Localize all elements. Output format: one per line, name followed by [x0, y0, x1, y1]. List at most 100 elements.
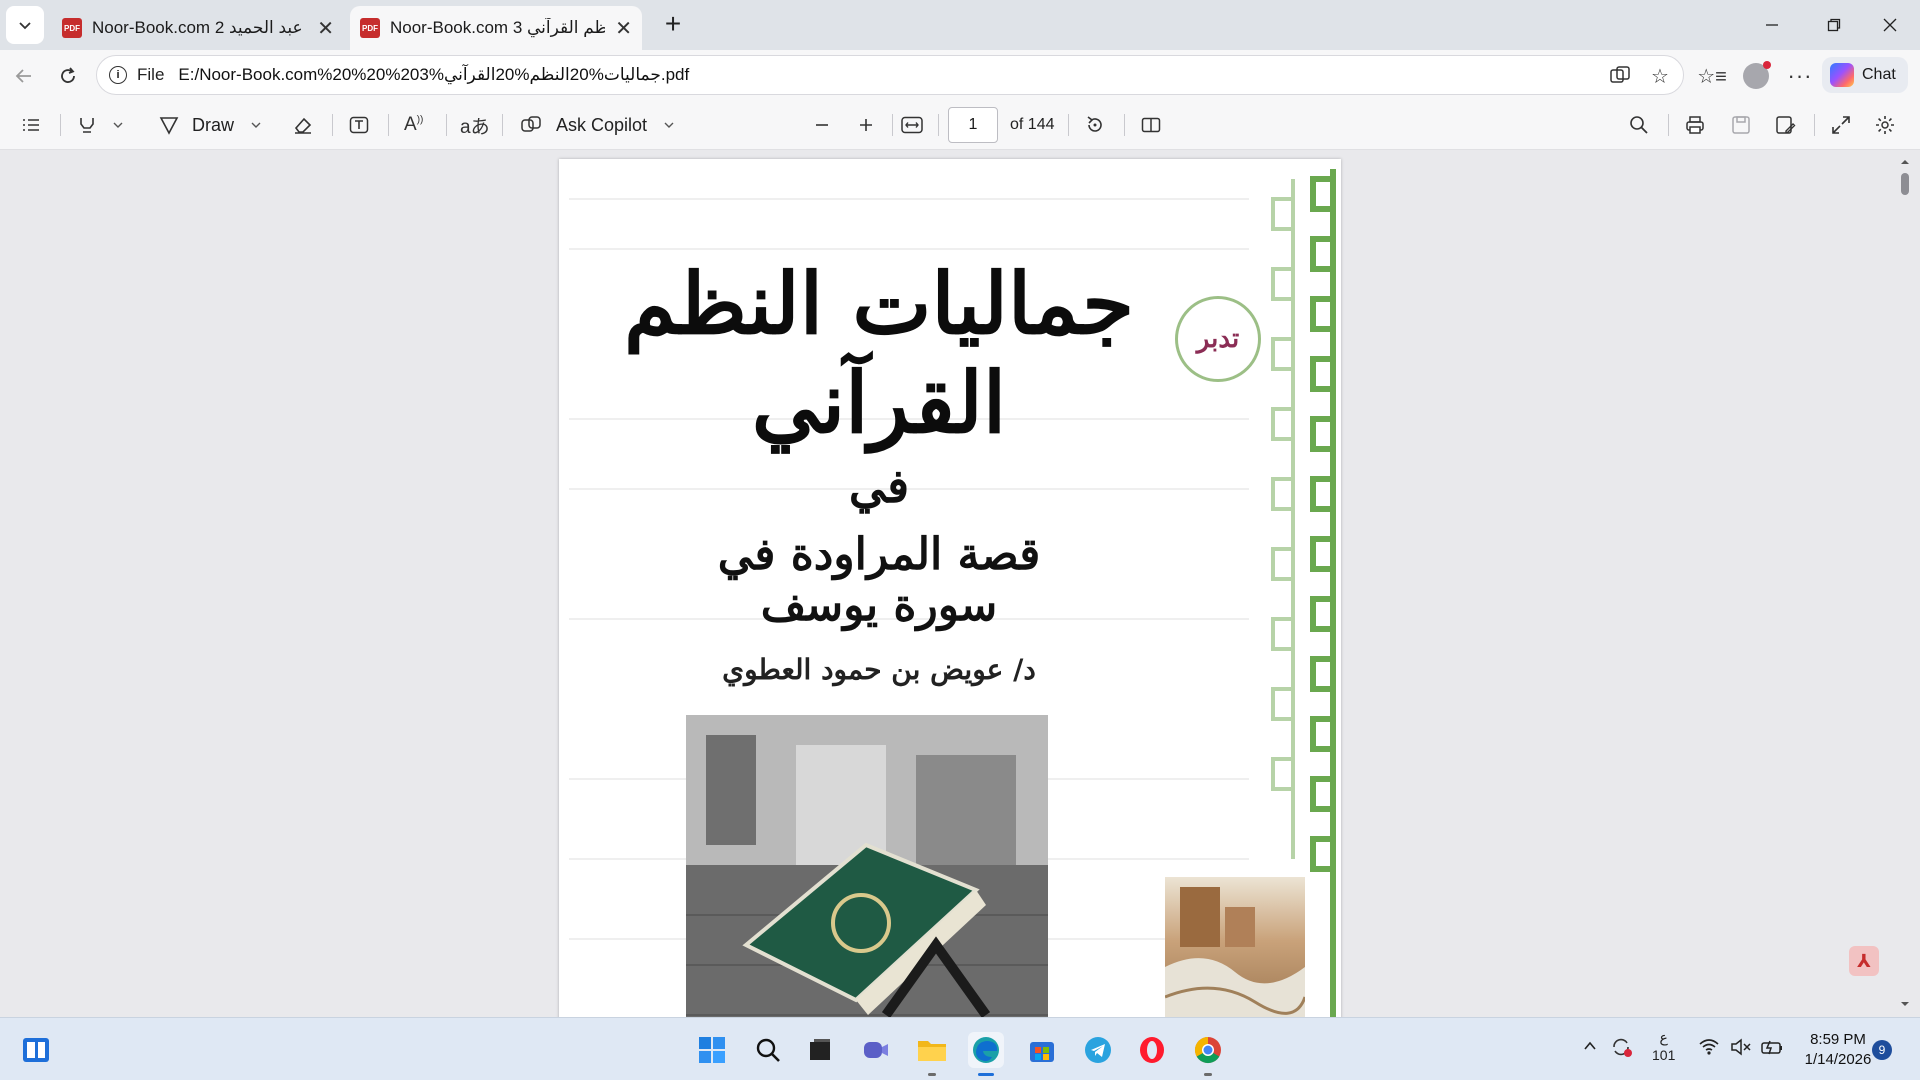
- pdf-viewer[interactable]: تدبر جماليات النظم القرآني في قصة المراو…: [0, 151, 1920, 1017]
- vertical-scrollbar[interactable]: [1895, 151, 1915, 1017]
- search-icon: [1630, 116, 1648, 134]
- restore-button[interactable]: [1806, 0, 1862, 50]
- widgets-button[interactable]: [18, 1032, 54, 1068]
- copilot-outline-icon: [521, 116, 541, 132]
- running-indicator: [928, 1073, 936, 1076]
- more-horizontal-icon: ···: [1787, 63, 1813, 88]
- show-hidden-icons-button[interactable]: [1582, 1038, 1598, 1059]
- tab-actions-menu-button[interactable]: [6, 6, 44, 44]
- telegram-button[interactable]: [1080, 1032, 1116, 1068]
- print-button[interactable]: [1684, 110, 1706, 140]
- file-explorer-button[interactable]: [914, 1032, 950, 1076]
- read-aloud-icon: A)): [404, 114, 424, 135]
- volume-tray-icon[interactable]: [1730, 1038, 1752, 1061]
- url-text[interactable]: E:/Noor-Book.com%20%20%203%جماليات%20الن…: [178, 65, 689, 85]
- refresh-button[interactable]: [50, 58, 86, 94]
- chevron-down-icon[interactable]: [112, 119, 124, 131]
- find-button[interactable]: [1628, 110, 1650, 140]
- favorite-star-icon[interactable]: ☆: [1647, 63, 1673, 89]
- minimize-button[interactable]: [1744, 0, 1800, 50]
- page-number-input[interactable]: 1: [948, 107, 998, 143]
- quran-stand-illustration: [686, 715, 1048, 1017]
- battery-plug-icon: [1761, 1040, 1782, 1055]
- address-bar[interactable]: i File E:/Noor-Book.com%20%20%203%جماليا…: [96, 55, 1684, 95]
- full-screen-button[interactable]: [1830, 110, 1852, 140]
- start-button[interactable]: [694, 1032, 730, 1068]
- chrome-button[interactable]: [1190, 1032, 1226, 1076]
- erase-button[interactable]: [292, 110, 314, 140]
- volume-muted-icon: [1731, 1038, 1751, 1056]
- opera-button[interactable]: [1134, 1032, 1170, 1068]
- zoom-in-button[interactable]: [856, 110, 876, 140]
- close-icon: [1883, 18, 1897, 32]
- add-text-button[interactable]: [348, 110, 370, 140]
- edge-button[interactable]: [968, 1032, 1004, 1076]
- clock-date: 1/14/2026: [1804, 1051, 1872, 1068]
- acrobat-fab-button[interactable]: ⅄: [1849, 946, 1879, 976]
- notification-count-badge[interactable]: 9: [1872, 1040, 1892, 1060]
- new-tab-button[interactable]: +: [658, 10, 688, 40]
- refresh-icon: [61, 67, 75, 83]
- read-aloud-button[interactable]: A)): [404, 110, 423, 140]
- close-icon[interactable]: ✕: [615, 16, 632, 41]
- settings-more-button[interactable]: ···: [1782, 58, 1818, 94]
- zoom-out-button[interactable]: [812, 110, 832, 140]
- highlight-button[interactable]: [76, 110, 124, 140]
- address-bar-actions: ☆: [1607, 63, 1673, 89]
- rotate-button[interactable]: [1084, 110, 1106, 140]
- quran-stand-photo: [686, 715, 1048, 1017]
- book-title-preposition: في: [848, 459, 910, 513]
- profile-button[interactable]: [1738, 58, 1774, 94]
- close-window-button[interactable]: [1862, 0, 1918, 50]
- pdf-settings-button[interactable]: [1874, 110, 1896, 140]
- copilot-chat-button[interactable]: Chat: [1822, 57, 1908, 93]
- clock[interactable]: 8:59 PM 1/14/2026: [1802, 1030, 1874, 1070]
- wifi-icon: [1699, 1039, 1719, 1055]
- info-icon[interactable]: i: [109, 66, 127, 84]
- battery-tray-icon[interactable]: [1760, 1038, 1784, 1061]
- opera-icon: [1140, 1037, 1164, 1063]
- input-indicator[interactable]: ع 101: [1652, 1028, 1675, 1064]
- highlighter-icon: [80, 118, 94, 133]
- teams-button[interactable]: [858, 1032, 894, 1068]
- table-of-contents-button[interactable]: [20, 110, 42, 140]
- plus-icon: +: [664, 8, 682, 39]
- favorites-button[interactable]: ☆≡: [1694, 58, 1730, 94]
- chevron-down-icon[interactable]: [663, 119, 675, 131]
- save-as-button[interactable]: [1774, 110, 1796, 140]
- search-taskbar-button[interactable]: [750, 1032, 786, 1068]
- tab-noor-book-3[interactable]: PDF Noor-Book.com 3 جماليات النظم القرآن…: [350, 6, 642, 50]
- back-button[interactable]: [6, 58, 42, 94]
- scroll-up-arrow-icon[interactable]: [1895, 155, 1915, 169]
- minus-icon: [816, 124, 828, 126]
- store-icon: [1030, 1042, 1054, 1062]
- tab-noor-book-2[interactable]: PDF Noor-Book.com 2 محمد عبد الحميد ✕: [52, 6, 344, 50]
- scroll-down-arrow-icon[interactable]: [1895, 997, 1915, 1011]
- printer-icon: [1686, 116, 1704, 134]
- read-aloud-icon[interactable]: [1607, 63, 1633, 89]
- store-button[interactable]: [1024, 1032, 1060, 1068]
- network-tray-icon[interactable]: [1698, 1038, 1720, 1061]
- address-row: i File E:/Noor-Book.com%20%20%203%جماليا…: [0, 50, 1920, 100]
- rotate-icon: [1087, 116, 1102, 132]
- ask-copilot-button[interactable]: Ask Copilot: [520, 110, 675, 140]
- task-view-button[interactable]: [802, 1032, 838, 1068]
- chevron-up-icon: [1584, 1041, 1596, 1050]
- draw-label: Draw: [192, 114, 235, 135]
- chevron-down-icon: [19, 22, 31, 30]
- draw-button[interactable]: Draw: [158, 110, 262, 140]
- tab-title: Noor-Book.com 3 جماليات النظم القرآني: [390, 18, 606, 37]
- save-as-icon: [1776, 116, 1796, 134]
- pdf-page-1: تدبر جماليات النظم القرآني في قصة المراو…: [559, 159, 1341, 1017]
- fit-to-width-button[interactable]: [900, 110, 924, 140]
- close-icon[interactable]: ✕: [317, 16, 334, 41]
- page-view-button[interactable]: [1140, 110, 1162, 140]
- save-button[interactable]: [1730, 110, 1752, 140]
- url-scheme: File: [137, 65, 165, 84]
- sync-tray-icon[interactable]: [1610, 1036, 1634, 1063]
- running-indicator: [1204, 1073, 1212, 1076]
- chevron-down-icon[interactable]: [250, 119, 262, 131]
- translate-button[interactable]: aあ: [460, 110, 490, 140]
- book-subtitle: قصة المراودة في سورة يوسف: [717, 529, 1041, 631]
- scroll-thumb[interactable]: [1901, 173, 1909, 195]
